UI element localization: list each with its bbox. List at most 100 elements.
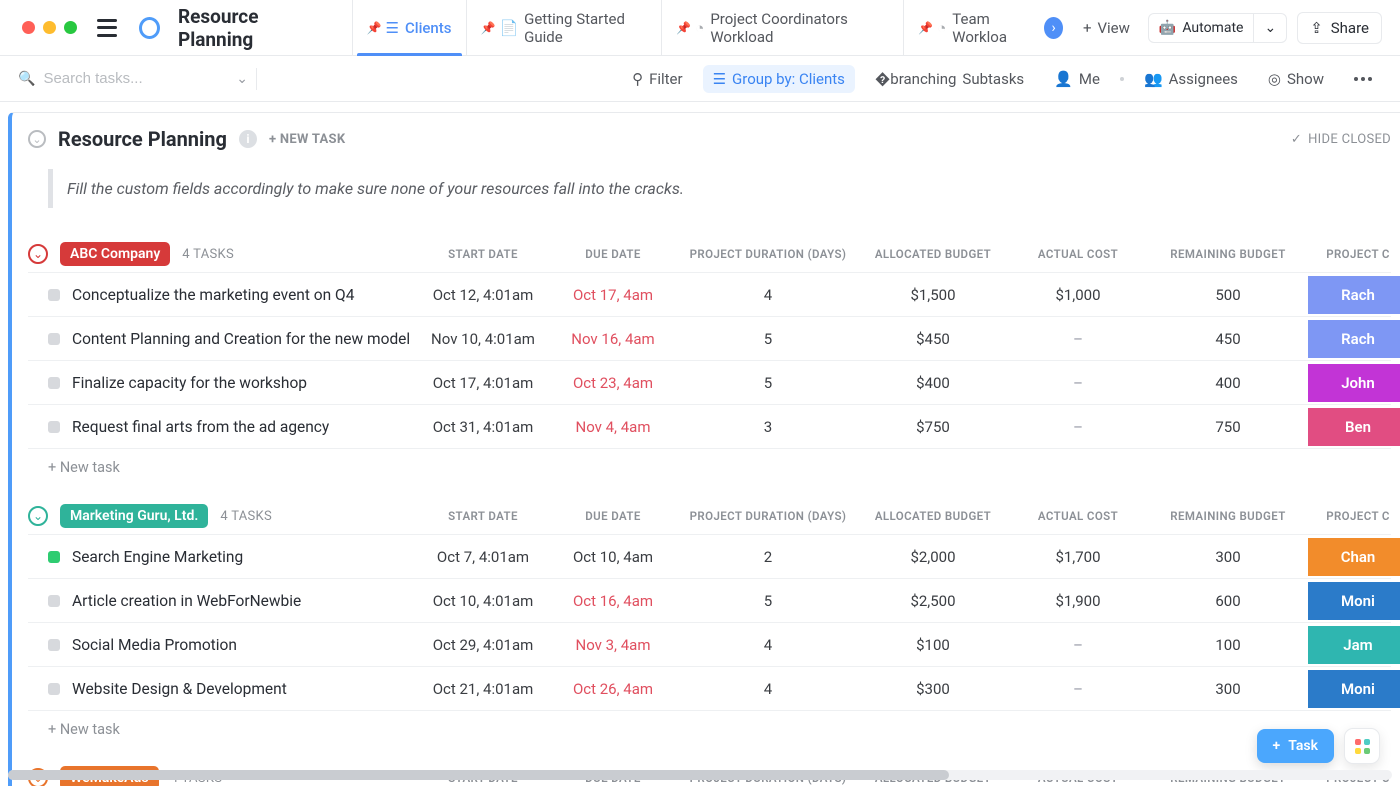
- cell[interactable]: –: [1008, 330, 1148, 348]
- table-row[interactable]: Search Engine MarketingOct 7, 4:01amOct …: [28, 535, 1391, 579]
- cell[interactable]: $1,900: [1008, 592, 1148, 610]
- coordinator-badge[interactable]: Jam: [1308, 626, 1400, 664]
- cell[interactable]: Oct 12, 4:01am: [418, 286, 548, 304]
- cell[interactable]: 300: [1148, 548, 1308, 566]
- new-task-fab[interactable]: +Task: [1257, 729, 1334, 763]
- group-collapse-icon[interactable]: ⌄: [28, 506, 48, 526]
- minimize-window-icon[interactable]: [43, 21, 56, 34]
- task-name[interactable]: Request final arts from the ad agency: [72, 418, 329, 436]
- cell[interactable]: –: [1008, 374, 1148, 392]
- cell[interactable]: $400: [858, 374, 1008, 392]
- cell[interactable]: 4: [678, 680, 858, 698]
- column-header[interactable]: START DATE: [418, 247, 548, 261]
- show-button[interactable]: ◎Show: [1258, 65, 1334, 93]
- cell[interactable]: 400: [1148, 374, 1308, 392]
- task-name[interactable]: Search Engine Marketing: [72, 548, 243, 566]
- coordinator-badge[interactable]: Rach: [1308, 320, 1400, 358]
- group-badge[interactable]: Marketing Guru, Ltd.: [60, 504, 208, 528]
- cell[interactable]: 300: [1148, 680, 1308, 698]
- cell[interactable]: Oct 16, 4am: [548, 592, 678, 610]
- horizontal-scrollbar[interactable]: [8, 770, 1392, 780]
- status-icon[interactable]: [48, 639, 60, 651]
- table-row[interactable]: Finalize capacity for the workshop Oct 17…: [28, 361, 1391, 405]
- cell[interactable]: Nov 3, 4am: [548, 636, 678, 654]
- search-input[interactable]: [43, 70, 193, 87]
- cell[interactable]: Oct 21, 4:01am: [418, 680, 548, 698]
- task-name[interactable]: Finalize capacity for the workshop: [72, 374, 307, 392]
- cell[interactable]: 750: [1148, 418, 1308, 436]
- cell[interactable]: 5: [678, 374, 858, 392]
- automate-button[interactable]: 🤖Automate ⌄: [1148, 13, 1287, 43]
- tab-coordinators-workload[interactable]: 📌 ◔ Project Coordinators Workload: [661, 0, 903, 56]
- more-options-button[interactable]: [1344, 72, 1382, 86]
- tab-team-workload[interactable]: 📌 ◔ Team Workloa ›: [903, 0, 1067, 56]
- group-by-button[interactable]: ☰Group by: Clients: [703, 65, 855, 93]
- cell[interactable]: $300: [858, 680, 1008, 698]
- status-icon[interactable]: [48, 551, 60, 563]
- group-collapse-icon[interactable]: ⌄: [28, 244, 48, 264]
- cell[interactable]: $2,500: [858, 592, 1008, 610]
- cell[interactable]: Nov 10, 4:01am: [418, 330, 548, 348]
- table-row[interactable]: Request final arts from the ad agencyOct…: [28, 405, 1391, 449]
- task-name[interactable]: Article creation in WebForNewbie: [72, 592, 301, 610]
- coordinator-badge[interactable]: Rach: [1308, 276, 1400, 314]
- status-icon[interactable]: [48, 683, 60, 695]
- column-header[interactable]: START DATE: [418, 509, 548, 523]
- status-icon[interactable]: [48, 421, 60, 433]
- cell[interactable]: Nov 4, 4am: [548, 418, 678, 436]
- share-button[interactable]: ⇪ Share: [1297, 12, 1382, 44]
- cell[interactable]: 2: [678, 548, 858, 566]
- status-icon[interactable]: [48, 377, 60, 389]
- collapse-all-icon[interactable]: ⌄: [28, 130, 46, 148]
- column-header[interactable]: PROJECT DURATION (DAYS): [678, 509, 858, 523]
- content[interactable]: ⌄ Resource Planning i + NEW TASK ✓HIDE C…: [0, 102, 1400, 786]
- filter-button[interactable]: ⚲Filter: [622, 65, 693, 93]
- add-view-button[interactable]: + View: [1075, 19, 1138, 37]
- cell[interactable]: 5: [678, 330, 858, 348]
- status-icon[interactable]: [48, 595, 60, 607]
- scrollbar-thumb[interactable]: [8, 770, 949, 780]
- me-button[interactable]: 👤Me: [1044, 65, 1110, 93]
- cell[interactable]: Oct 17, 4am: [548, 286, 678, 304]
- maximize-window-icon[interactable]: [64, 21, 77, 34]
- cell[interactable]: –: [1008, 418, 1148, 436]
- table-row[interactable]: Article creation in WebForNewbieOct 10, …: [28, 579, 1391, 623]
- cell[interactable]: 600: [1148, 592, 1308, 610]
- cell[interactable]: $1,500: [858, 286, 1008, 304]
- coordinator-badge[interactable]: John: [1308, 364, 1400, 402]
- cell[interactable]: Oct 26, 4am: [548, 680, 678, 698]
- status-icon[interactable]: [48, 333, 60, 345]
- column-header[interactable]: DUE DATE: [548, 509, 678, 523]
- cell[interactable]: Nov 16, 4am: [548, 330, 678, 348]
- column-header[interactable]: ALLOCATED BUDGET: [858, 509, 1008, 523]
- column-header[interactable]: PROJECT C: [1308, 247, 1400, 261]
- cell[interactable]: Oct 29, 4:01am: [418, 636, 548, 654]
- table-row[interactable]: Content Planning and Creation for the ne…: [28, 317, 1391, 361]
- column-header[interactable]: REMAINING BUDGET: [1148, 509, 1308, 523]
- cell[interactable]: 500: [1148, 286, 1308, 304]
- cell[interactable]: 450: [1148, 330, 1308, 348]
- cell[interactable]: 100: [1148, 636, 1308, 654]
- task-name[interactable]: Website Design & Development: [72, 680, 287, 698]
- task-name[interactable]: Social Media Promotion: [72, 636, 237, 654]
- menu-icon[interactable]: [97, 19, 117, 37]
- new-task-button[interactable]: + NEW TASK: [269, 132, 345, 147]
- cell[interactable]: Oct 7, 4:01am: [418, 548, 548, 566]
- cell[interactable]: –: [1008, 680, 1148, 698]
- column-header[interactable]: ACTUAL COST: [1008, 247, 1148, 261]
- column-header[interactable]: REMAINING BUDGET: [1148, 247, 1308, 261]
- column-header[interactable]: DUE DATE: [548, 247, 678, 261]
- table-row[interactable]: Social Media Promotion Oct 29, 4:01amNov …: [28, 623, 1391, 667]
- coordinator-badge[interactable]: Chan: [1308, 538, 1400, 576]
- column-header[interactable]: ACTUAL COST: [1008, 509, 1148, 523]
- tab-getting-started[interactable]: 📌 📄 Getting Started Guide: [466, 0, 662, 56]
- cell[interactable]: $100: [858, 636, 1008, 654]
- close-window-icon[interactable]: [22, 21, 35, 34]
- column-header[interactable]: PROJECT DURATION (DAYS): [678, 247, 858, 261]
- apps-fab[interactable]: [1344, 728, 1380, 764]
- group-badge[interactable]: ABC Company: [60, 242, 170, 266]
- subtasks-button[interactable]: �branchingSubtasks: [865, 65, 1034, 93]
- more-tabs-icon[interactable]: ›: [1044, 17, 1063, 39]
- cell[interactable]: Oct 17, 4:01am: [418, 374, 548, 392]
- coordinator-badge[interactable]: Ben: [1308, 408, 1400, 446]
